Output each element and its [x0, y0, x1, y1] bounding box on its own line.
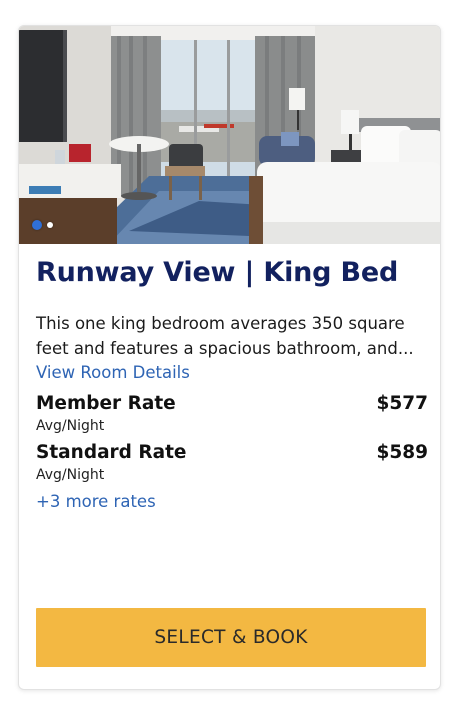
rate-name: Standard Rate [36, 442, 187, 463]
view-room-details-link[interactable]: View Room Details [36, 361, 190, 384]
more-rates-link[interactable]: +3 more rates [36, 490, 156, 513]
room-details: Runway View | King Bed This one king bed… [36, 255, 428, 513]
rate-member[interactable]: Member Rate $577 Avg/Night [36, 393, 428, 434]
select-and-book-button[interactable]: SELECT & BOOK [36, 608, 426, 667]
rate-standard[interactable]: Standard Rate $589 Avg/Night [36, 442, 428, 483]
carousel-dot-2[interactable] [47, 222, 53, 228]
room-description: This one king bedroom averages 350 squar… [36, 314, 414, 358]
rate-price: $577 [376, 393, 429, 414]
rate-price: $589 [376, 442, 429, 463]
room-title: Runway View | King Bed [36, 257, 399, 288]
room-photo-image [19, 26, 440, 244]
rate-period: Avg/Night [36, 418, 105, 434]
carousel-dots [32, 220, 53, 230]
rate-period: Avg/Night [36, 467, 105, 483]
carousel-dot-1[interactable] [32, 220, 42, 230]
rate-name: Member Rate [36, 393, 176, 414]
room-card: Runway View | King Bed This one king bed… [18, 25, 441, 690]
room-photo[interactable] [19, 26, 440, 244]
